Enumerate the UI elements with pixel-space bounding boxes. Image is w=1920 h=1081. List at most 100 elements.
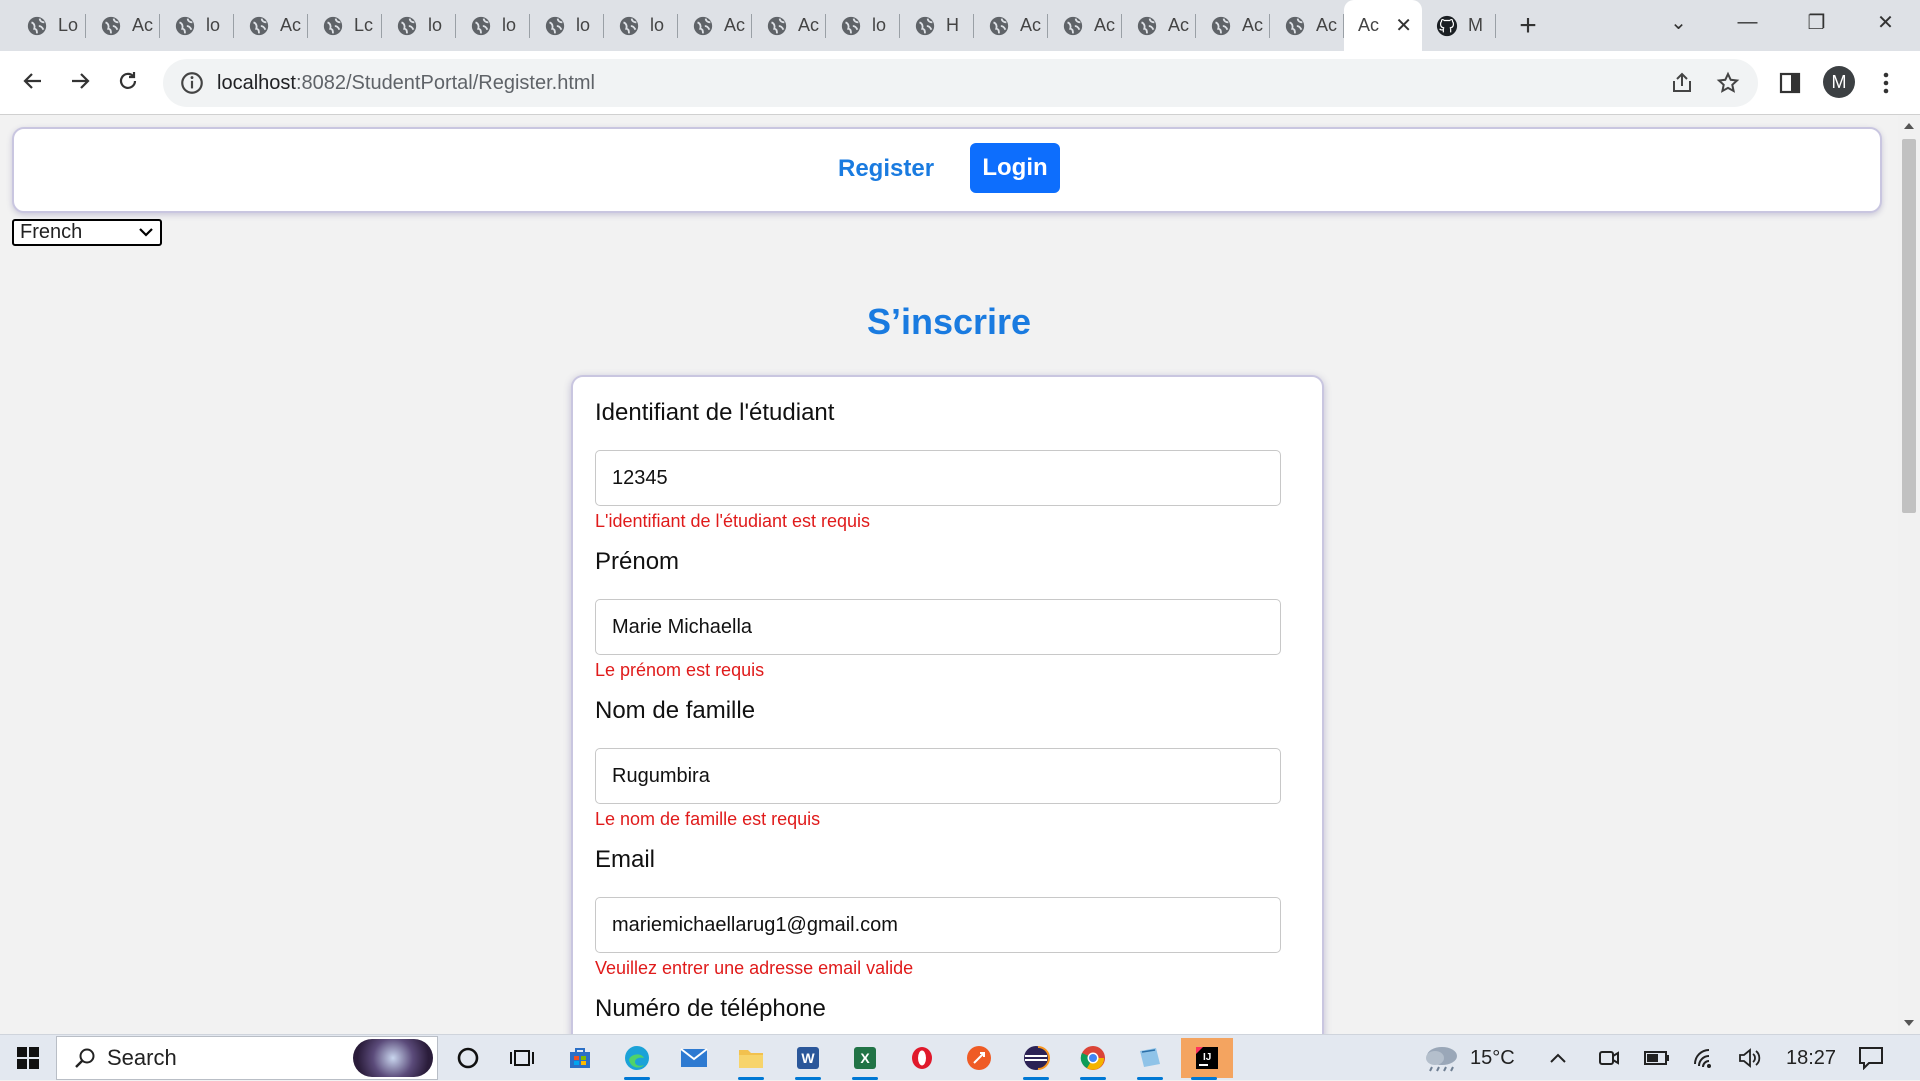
cortana-icon bbox=[457, 1047, 479, 1069]
web-page: Register Login French S’inscrire Identif… bbox=[0, 115, 1898, 1034]
page-scrollbar[interactable] bbox=[1898, 115, 1920, 1034]
taskbar-app-eclipse[interactable] bbox=[1013, 1038, 1059, 1080]
register-link[interactable]: Register bbox=[838, 155, 934, 183]
browser-tab[interactable]: Ac bbox=[1048, 0, 1122, 51]
taskbar-app-edge[interactable] bbox=[614, 1038, 660, 1080]
scroll-up-icon[interactable] bbox=[1904, 123, 1914, 129]
taskbar-app-notepad[interactable] bbox=[1127, 1038, 1173, 1080]
browser-tab[interactable]: lo bbox=[826, 0, 900, 51]
close-tab-icon[interactable]: ✕ bbox=[1395, 13, 1412, 38]
student-id-input[interactable]: 12345 bbox=[595, 450, 1281, 506]
tab-label: M bbox=[1468, 15, 1483, 35]
minimize-button[interactable]: — bbox=[1713, 0, 1782, 44]
bookmark-star-icon[interactable] bbox=[1716, 71, 1740, 95]
battery-indicator[interactable] bbox=[1644, 1035, 1670, 1081]
browser-tab[interactable]: Ac bbox=[1270, 0, 1344, 51]
browser-tab[interactable]: H bbox=[900, 0, 974, 51]
first-name-input[interactable]: Marie Michaella bbox=[595, 599, 1281, 655]
browser-menu-button[interactable] bbox=[1866, 63, 1906, 103]
student-id-error: L'identifiant de l'étudiant est requis bbox=[595, 511, 871, 531]
taskbar-app-word[interactable]: W bbox=[785, 1038, 831, 1080]
word-icon: W bbox=[797, 1047, 819, 1069]
restore-button[interactable]: ❐ bbox=[1782, 0, 1851, 44]
meet-now-button[interactable] bbox=[1598, 1035, 1620, 1081]
clock[interactable]: 18:27 bbox=[1786, 1035, 1836, 1081]
tab-label: lo bbox=[576, 15, 591, 35]
volume-indicator[interactable] bbox=[1738, 1035, 1762, 1081]
site-info-icon[interactable] bbox=[179, 70, 205, 96]
share-icon[interactable] bbox=[1670, 71, 1694, 95]
forward-button[interactable] bbox=[60, 61, 100, 101]
globe-icon bbox=[989, 16, 1009, 35]
taskbar-app-chrome[interactable] bbox=[1070, 1038, 1116, 1080]
url-text: localhost:8082/StudentPortal/Register.ht… bbox=[217, 72, 595, 95]
email-input[interactable]: mariemichaellarug1@gmail.com bbox=[595, 897, 1281, 953]
browser-tab[interactable]: lo bbox=[456, 0, 530, 51]
taskbar-app-mail[interactable] bbox=[671, 1038, 717, 1078]
language-select[interactable]: French bbox=[12, 219, 162, 246]
globe-icon bbox=[471, 16, 491, 35]
browser-tab[interactable]: lo bbox=[604, 0, 678, 51]
search-icon bbox=[75, 1048, 95, 1068]
taskbar-app-file-explorer[interactable] bbox=[728, 1038, 774, 1080]
side-panel-button[interactable] bbox=[1770, 63, 1810, 103]
windows-taskbar: Search W X IJ 15°C 18:27 bbox=[0, 1034, 1920, 1080]
opera-icon bbox=[912, 1047, 932, 1069]
first-name-label: Prénom bbox=[595, 548, 680, 575]
start-button[interactable] bbox=[0, 1035, 55, 1081]
browser-tab[interactable]: Ac bbox=[678, 0, 752, 51]
battery-icon bbox=[1644, 1051, 1669, 1065]
taskbar-app-excel[interactable]: X bbox=[842, 1038, 888, 1080]
windows-logo-icon bbox=[16, 1047, 39, 1069]
globe-icon bbox=[1285, 16, 1305, 35]
browser-tab[interactable]: Lc bbox=[308, 0, 382, 51]
browser-tab[interactable]: lo bbox=[530, 0, 604, 51]
browser-tab[interactable]: Ac bbox=[1196, 0, 1270, 51]
taskbar-app-intellij[interactable]: IJ bbox=[1181, 1038, 1233, 1080]
weather-temperature: 15°C bbox=[1470, 1046, 1515, 1069]
globe-icon bbox=[545, 16, 565, 35]
show-hidden-icons-button[interactable] bbox=[1548, 1035, 1568, 1081]
browser-tab[interactable]: Ac bbox=[974, 0, 1048, 51]
excel-icon: X bbox=[854, 1047, 876, 1069]
cortana-button[interactable] bbox=[445, 1038, 491, 1078]
scroll-down-icon[interactable] bbox=[1904, 1020, 1914, 1026]
taskbar-app-store[interactable] bbox=[557, 1038, 603, 1078]
tab-label: Ac bbox=[1358, 15, 1380, 35]
taskbar-app-postman[interactable] bbox=[956, 1038, 1002, 1078]
last-name-input[interactable]: Rugumbira bbox=[595, 748, 1281, 804]
taskbar-app-opera[interactable] bbox=[899, 1038, 945, 1078]
tab-label: lo bbox=[502, 15, 517, 35]
browser-tab[interactable]: Ac bbox=[86, 0, 160, 51]
globe-icon bbox=[693, 16, 713, 35]
back-button[interactable] bbox=[13, 61, 53, 101]
browser-tab[interactable]: Lo bbox=[12, 0, 86, 51]
scrollbar-thumb[interactable] bbox=[1902, 139, 1916, 513]
close-window-button[interactable]: ✕ bbox=[1851, 0, 1920, 44]
browser-tab[interactable]: lo bbox=[382, 0, 456, 51]
tab-list: Lo Ac lo Ac Lc lo lo lo lo Ac Ac lo H Ac… bbox=[0, 0, 1550, 51]
reload-button[interactable] bbox=[108, 61, 148, 101]
globe-icon bbox=[27, 16, 47, 35]
notifications-button[interactable] bbox=[1858, 1035, 1884, 1081]
browser-tab[interactable]: Ac bbox=[1122, 0, 1196, 51]
browser-tab-strip: Lo Ac lo Ac Lc lo lo lo lo Ac Ac lo H Ac… bbox=[0, 0, 1920, 51]
profile-avatar[interactable]: M bbox=[1823, 66, 1855, 98]
browser-tab[interactable]: Ac bbox=[234, 0, 308, 51]
globe-icon bbox=[841, 16, 861, 35]
login-button[interactable]: Login bbox=[970, 143, 1060, 193]
weather-widget[interactable]: 15°C bbox=[1422, 1035, 1515, 1081]
new-tab-button[interactable]: + bbox=[1506, 0, 1550, 51]
browser-tab[interactable]: M bbox=[1422, 0, 1496, 51]
browser-tab-active[interactable]: Ac ✕ bbox=[1344, 0, 1422, 51]
globe-icon bbox=[619, 16, 639, 35]
network-indicator[interactable] bbox=[1692, 1035, 1718, 1081]
forward-arrow-icon bbox=[72, 73, 90, 89]
tab-search-icon[interactable]: ⌄ bbox=[1644, 0, 1713, 44]
task-view-button[interactable] bbox=[499, 1038, 545, 1078]
tab-label: Lc bbox=[354, 15, 374, 35]
browser-tab[interactable]: lo bbox=[160, 0, 234, 51]
address-bar[interactable]: localhost:8082/StudentPortal/Register.ht… bbox=[163, 59, 1758, 107]
browser-tab[interactable]: Ac bbox=[752, 0, 826, 51]
taskbar-search[interactable]: Search bbox=[56, 1036, 438, 1080]
